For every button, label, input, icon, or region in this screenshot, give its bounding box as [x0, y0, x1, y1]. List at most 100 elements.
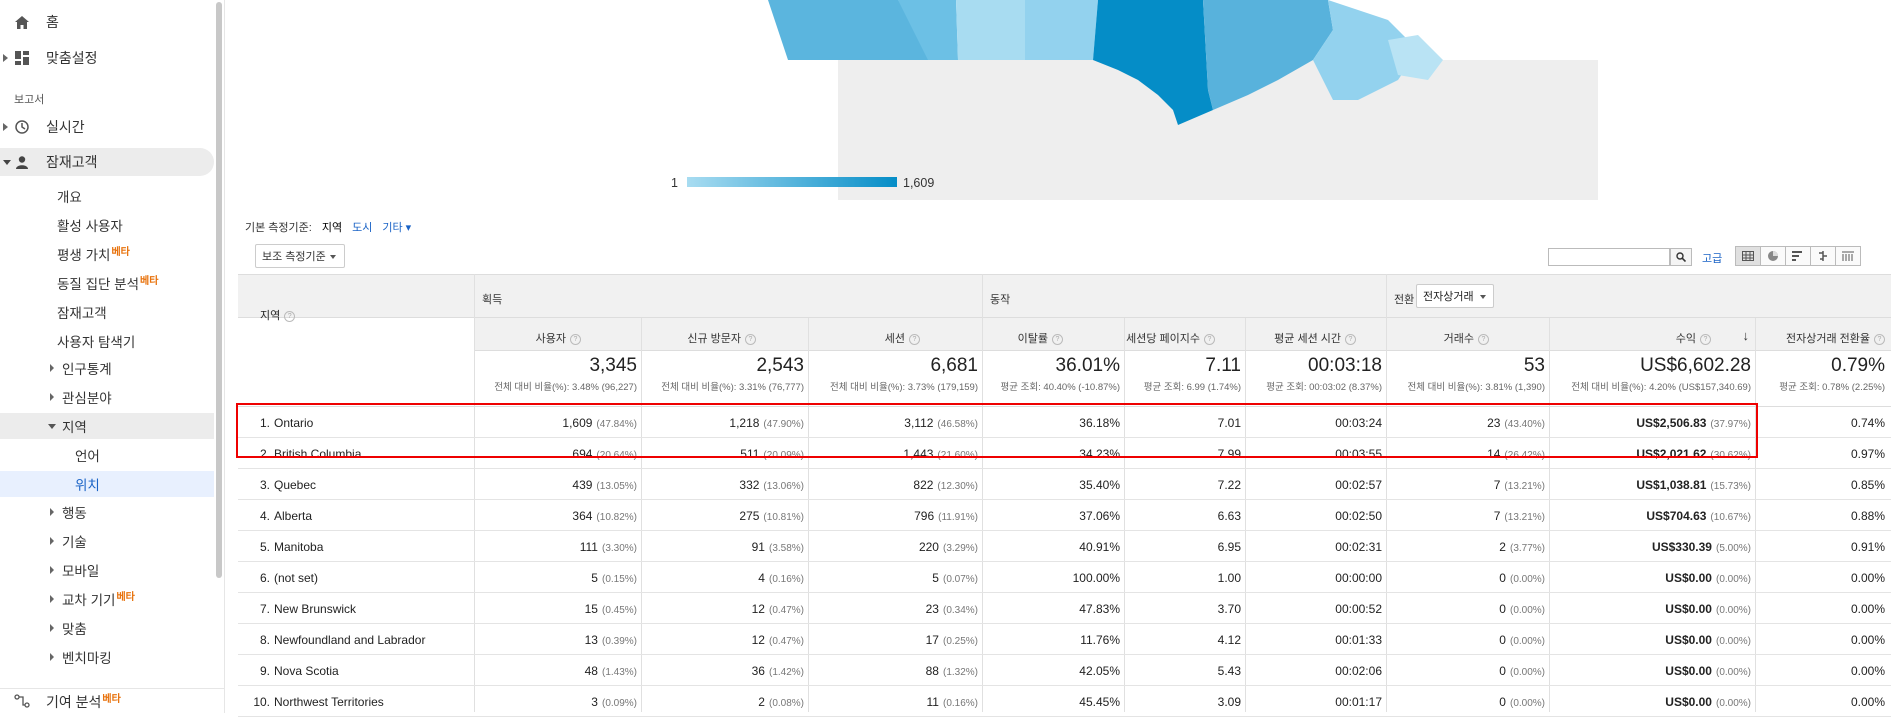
table-row[interactable]: 8. Newfoundland and Labrador 13 (0.39%) 12 (0…: [238, 624, 1891, 655]
region-name-link[interactable]: Alberta: [274, 509, 312, 523]
comparison-view-button[interactable]: [1810, 246, 1836, 266]
sidebar-item-benchmarking[interactable]: 벤치마킹: [0, 644, 214, 670]
dimension-header[interactable]: 지역?: [260, 307, 296, 323]
sidebar-item-label: 잠재고객: [46, 154, 98, 170]
beta-badge: 베타: [116, 592, 135, 603]
cell-conv: 0.74%: [1850, 416, 1885, 430]
sidebar-item-language[interactable]: 언어: [0, 442, 214, 468]
cell-users: 5 (0.15%): [591, 571, 637, 585]
help-icon[interactable]: ?: [1204, 334, 1215, 345]
col-header-sessions[interactable]: 세션?: [885, 330, 920, 346]
cell-rev: US$704.63 (10.67%): [1646, 509, 1751, 523]
table-row[interactable]: 10. Northwest Territories 3 (0.09%) 2 (0.08%)…: [238, 686, 1891, 717]
sort-desc-icon[interactable]: ↓: [1743, 328, 1750, 343]
help-icon[interactable]: ?: [1052, 334, 1063, 345]
sidebar-item-custom-dims[interactable]: 맞춤: [0, 615, 214, 641]
cell-dur: 00:02:50: [1335, 509, 1382, 523]
col-header-bounce-rate[interactable]: 이탈률?: [1018, 330, 1063, 346]
region-name-link[interactable]: (not set): [274, 571, 318, 585]
table-row[interactable]: 4. Alberta 364 (10.82%) 275 (10.81%) 796 (11.91…: [238, 500, 1891, 531]
cell-tx: 0 (0.00%): [1499, 664, 1545, 678]
row-index: 8.: [259, 633, 270, 647]
region-name-link[interactable]: Quebec: [274, 478, 316, 492]
help-icon[interactable]: ?: [1874, 334, 1885, 345]
region-name-link[interactable]: Nova Scotia: [274, 664, 339, 678]
bar-view-button[interactable]: [1785, 246, 1811, 266]
pivot-view-button[interactable]: [1835, 246, 1861, 266]
table-view-button[interactable]: [1735, 246, 1761, 266]
home-icon: [14, 14, 30, 30]
sidebar-item-overview[interactable]: 개요: [0, 183, 214, 209]
col-header-ecommerce-conversion[interactable]: 전자상거래 전환율?: [1786, 330, 1885, 346]
help-icon[interactable]: ?: [909, 334, 920, 345]
grid-icon: [1742, 251, 1754, 261]
cell-bounce: 42.05%: [1079, 664, 1120, 678]
sidebar-item-label: 실시간: [46, 119, 85, 135]
sidebar-item-audiences[interactable]: 잠재고객: [0, 299, 214, 325]
col-header-users[interactable]: 사용자?: [536, 330, 581, 346]
geo-map[interactable]: 1 1,609: [238, 0, 1891, 200]
sidebar-item-lifetime-value[interactable]: 평생 가치베타: [0, 241, 214, 267]
sidebar-item-mobile[interactable]: 모바일: [0, 557, 214, 583]
sidebar-item-location[interactable]: 위치: [0, 471, 214, 497]
sidebar-item-custom[interactable]: 맞춤설정: [0, 44, 214, 72]
table-row[interactable]: 9. Nova Scotia 48 (1.43%) 36 (1.42%) 88 (1.32%)…: [238, 655, 1891, 686]
help-icon[interactable]: ?: [284, 311, 296, 322]
table-row[interactable]: 7. New Brunswick 15 (0.45%) 12 (0.47%) 23 (0.34…: [238, 593, 1891, 624]
sidebar-item-label: 잠재고객: [57, 306, 107, 321]
table-search-input[interactable]: [1548, 248, 1670, 266]
help-icon[interactable]: ?: [1700, 334, 1711, 345]
search-button[interactable]: [1670, 248, 1692, 266]
sidebar-item-technology[interactable]: 기술: [0, 528, 214, 554]
advanced-filter-link[interactable]: 고급: [1702, 250, 1722, 266]
caret-right-icon: [50, 393, 54, 401]
conversion-type-dropdown[interactable]: 전자상거래: [1416, 284, 1494, 308]
help-icon[interactable]: ?: [1478, 334, 1489, 345]
sidebar-item-attribution[interactable]: 기여 분석베타: [0, 688, 224, 713]
canada-map[interactable]: [238, 0, 1891, 200]
cell-sess: 23 (0.34%): [925, 602, 978, 616]
sidebar-item-cross-device[interactable]: 교차 기기베타: [0, 586, 214, 612]
table-row[interactable]: 6. (not set) 5 (0.15%) 4 (0.16%) 5 (0.07%) 100.0…: [238, 562, 1891, 593]
sidebar-item-cohort[interactable]: 동질 집단 분석베타: [0, 270, 214, 296]
col-header-pages-per-session[interactable]: 세션당 페이지수?: [1126, 330, 1215, 346]
help-icon[interactable]: ?: [570, 334, 581, 345]
table-row[interactable]: 3. Quebec 439 (13.05%) 332 (13.06%) 822 (12.30%…: [238, 469, 1891, 500]
region-name-link[interactable]: Newfoundland and Labrador: [274, 633, 425, 647]
dimension-other[interactable]: 기타 ▾: [382, 219, 411, 235]
sidebar-item-active-users[interactable]: 활성 사용자: [0, 212, 214, 238]
sidebar-item-geo[interactable]: 지역: [0, 413, 214, 439]
dimension-city[interactable]: 도시: [352, 219, 372, 235]
sidebar-item-user-explorer[interactable]: 사용자 탐색기: [0, 328, 214, 354]
dashboard-icon: [14, 50, 30, 66]
sidebar-item-interests[interactable]: 관심분야: [0, 384, 214, 410]
sidebar-scrollbar[interactable]: [216, 2, 222, 578]
cell-bounce: 47.83%: [1079, 602, 1120, 616]
pie-view-button[interactable]: [1760, 246, 1786, 266]
col-header-revenue[interactable]: 수익?: [1676, 330, 1711, 346]
col-header-transactions[interactable]: 거래수?: [1444, 330, 1489, 346]
col-header-new-users[interactable]: 신규 방문자?: [687, 330, 756, 346]
help-icon[interactable]: ?: [745, 334, 756, 345]
table-row[interactable]: 5. Manitoba 111 (3.30%) 91 (3.58%) 220 (3.29%) 4…: [238, 531, 1891, 562]
col-header-avg-session-duration[interactable]: 평균 세션 시간?: [1274, 330, 1356, 346]
sidebar-item-realtime[interactable]: 실시간: [0, 113, 214, 141]
sidebar-item-behavior[interactable]: 행동: [0, 499, 214, 525]
dimension-region[interactable]: 지역: [322, 219, 342, 235]
help-icon[interactable]: ?: [1345, 334, 1356, 345]
sidebar-item-label: 위치: [75, 478, 100, 493]
region-name-link[interactable]: Manitoba: [274, 540, 323, 554]
region-name-link[interactable]: Northwest Territories: [274, 695, 384, 709]
sidebar-item-label: 언어: [75, 449, 100, 464]
cell-sess: 88 (1.32%): [925, 664, 978, 678]
sidebar-item-home[interactable]: 홈: [0, 8, 214, 36]
row-index: 10.: [253, 695, 270, 709]
total-bounce-rate: 36.01% 평균 조회: 40.40% (-10.87%): [1000, 355, 1120, 393]
legend-max-label: 1,609: [903, 176, 935, 190]
region-name-link[interactable]: New Brunswick: [274, 602, 356, 616]
sidebar-item-demographics[interactable]: 인구통계: [0, 355, 214, 381]
sidebar-item-audience[interactable]: 잠재고객: [0, 148, 214, 176]
secondary-dimension-dropdown[interactable]: 보조 측정기준: [255, 244, 345, 268]
cell-users: 3 (0.09%): [591, 695, 637, 709]
person-icon: [14, 154, 30, 170]
